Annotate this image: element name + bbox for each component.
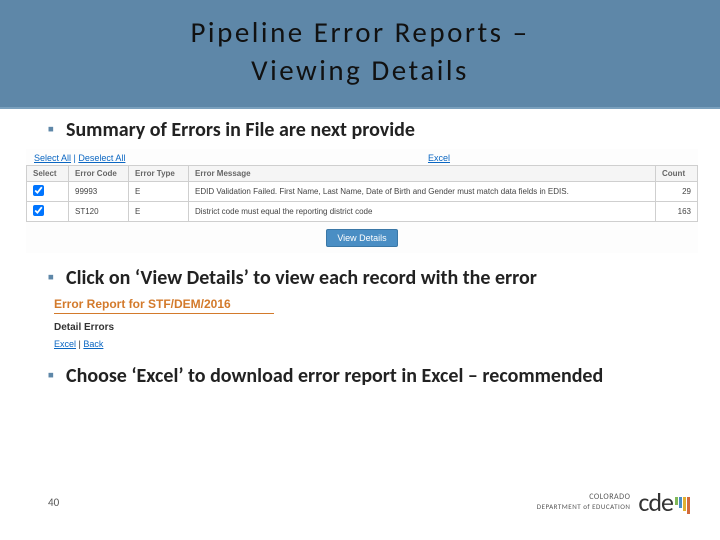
detail-sub: Detail Errors [54, 322, 672, 333]
th-select: Select [27, 166, 69, 182]
logo-text: COLORADO DEPARTMENT of EDUCATION [537, 493, 631, 511]
cell-code: 99993 [69, 182, 129, 202]
detail-excel-link[interactable]: Excel [54, 339, 76, 349]
cell-type: E [129, 182, 189, 202]
th-code: Error Code [69, 166, 129, 182]
cell-msg: EDID Validation Failed. First Name, Last… [189, 182, 656, 202]
title-band: Pipeline Error Reports – Viewing Details [0, 0, 720, 109]
cell-count: 163 [656, 202, 698, 222]
logo-letters: cde [638, 486, 673, 518]
logo-bars-icon [675, 497, 690, 514]
th-count: Count [656, 166, 698, 182]
table-row: ST120 E District code must equal the rep… [27, 202, 698, 222]
cell-type: E [129, 202, 189, 222]
excel-link[interactable]: Excel [428, 153, 450, 163]
page-number: 40 [48, 496, 59, 509]
row-checkbox[interactable] [33, 205, 44, 216]
error-summary-table: Select Error Code Error Type Error Messa… [26, 165, 698, 222]
title-line1: Pipeline Error Reports – [190, 14, 529, 50]
cell-msg: District code must equal the reporting d… [189, 202, 656, 222]
detail-heading: Error Report for STF/DEM/2016 [54, 297, 274, 314]
bullet-2: Click on ‘View Details’ to view each rec… [48, 265, 672, 291]
deselect-all-link[interactable]: Deselect All [78, 153, 125, 163]
brand-line2: DEPARTMENT of EDUCATION [537, 503, 631, 511]
cde-logo: COLORADO DEPARTMENT of EDUCATION cde [537, 486, 690, 518]
footer: 40 COLORADO DEPARTMENT of EDUCATION cde [48, 486, 690, 518]
logo-mark: cde [638, 486, 690, 518]
error-summary-screenshot: Select All | Deselect All Excel Select E… [26, 149, 698, 253]
cell-count: 29 [656, 182, 698, 202]
table-row: 99993 E EDID Validation Failed. First Na… [27, 182, 698, 202]
slide-title: Pipeline Error Reports – Viewing Details [0, 14, 720, 89]
th-msg: Error Message [189, 166, 656, 182]
row-checkbox[interactable] [33, 185, 44, 196]
select-all-link[interactable]: Select All [34, 153, 71, 163]
cell-code: ST120 [69, 202, 129, 222]
bullet-3: Choose ‘Excel’ to download error report … [48, 363, 672, 389]
th-type: Error Type [129, 166, 189, 182]
detail-screenshot: Error Report for STF/DEM/2016 Detail Err… [54, 297, 672, 349]
detail-back-link[interactable]: Back [83, 339, 103, 349]
content-area: Summary of Errors in File are next provi… [0, 109, 720, 389]
view-details-button[interactable]: View Details [326, 229, 397, 247]
title-line2: Viewing Details [251, 52, 469, 88]
bullet-1: Summary of Errors in File are next provi… [48, 117, 672, 143]
